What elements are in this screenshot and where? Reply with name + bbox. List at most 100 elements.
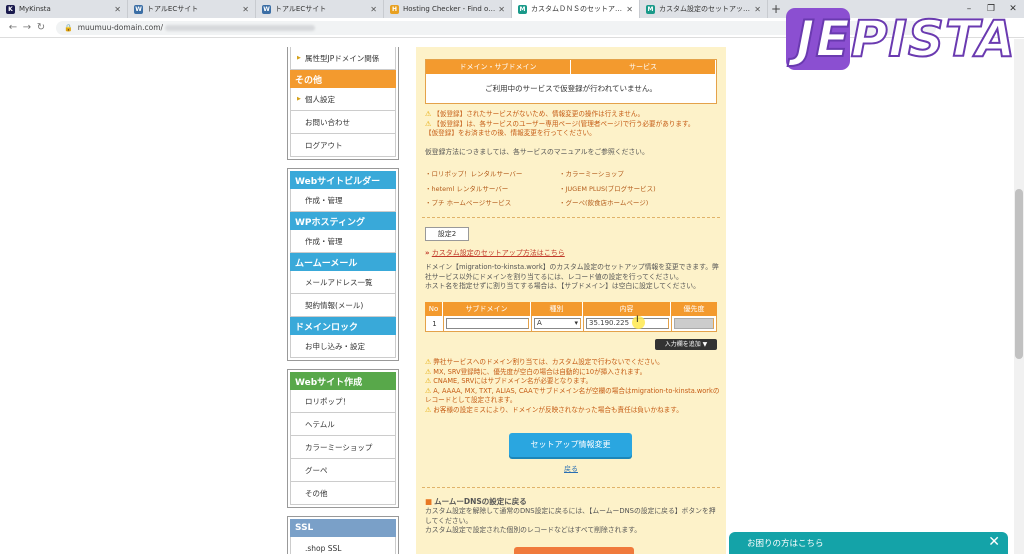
description-line: ドメイン【migration-to-kinsta.work】のカスタム設定のセッ… — [425, 263, 719, 281]
tab-label: カスタム設定のセットアップ方法 - ム — [659, 5, 751, 13]
forward-icon[interactable]: → — [20, 22, 34, 33]
service-link[interactable]: ・ロリポップ！レンタルサーバー — [425, 167, 559, 182]
tab-label: トアルECサイト — [275, 5, 327, 13]
reload-icon[interactable]: ↻ — [34, 22, 48, 33]
help-chat-widget[interactable]: お困りの方はこちら ✕ — [729, 532, 1008, 554]
custom-setup-link[interactable]: » カスタム設定のセットアップ方法はこちら — [425, 248, 565, 258]
sidebar-item-mail-contract[interactable]: 契約情報(メール) — [290, 294, 396, 317]
warning-text: A, AAAA, MX, TXT, ALIAS, CAAでサブドメイン名が空欄の… — [425, 386, 720, 405]
tab-close-icon[interactable]: ✕ — [754, 5, 761, 14]
service-links: ・ロリポップ！レンタルサーバー ・カラーミーショップ ・heteml レンタルサ… — [425, 167, 705, 211]
tab-close-icon[interactable]: ✕ — [242, 5, 249, 14]
sidebar-item-logout[interactable]: ログアウト — [290, 134, 396, 157]
add-row-button[interactable]: 入力欄を追加 ▼ — [655, 339, 717, 350]
tab-label: Hosting Checker - Find out who — [403, 5, 496, 13]
scrollbar-thumb[interactable] — [1015, 189, 1023, 359]
submit-setup-button[interactable]: セットアップ情報変更 — [509, 433, 632, 457]
browser-tab[interactable]: W トアルECサイト ✕ — [128, 0, 256, 18]
warning-text: 【仮登録】されたサービスがないため、情報変更の操作は行えません。 — [433, 110, 645, 118]
sidebar-item-heteml[interactable]: ヘテムル — [290, 413, 396, 436]
sidebar-item-domain-lock-settings[interactable]: お申し込み・設定 — [290, 335, 396, 358]
dns-section-title: ムームーDNSの設定に戻る — [434, 497, 527, 506]
sidebar: 属性型JPドメイン関係 その他 個人設定 お問い合わせ ログアウト Webサイト… — [287, 47, 399, 554]
sidebar-head-domain-lock: ドメインロック — [290, 317, 396, 335]
browser-tab[interactable]: M カスタム設定のセットアップ方法 - ム✕ — [640, 0, 768, 18]
tab-close-icon[interactable]: ✕ — [626, 5, 633, 14]
favicon-icon: H — [390, 4, 399, 14]
sidebar-item-lolipop[interactable]: ロリポップ！ — [290, 390, 396, 413]
priority-input[interactable] — [674, 318, 714, 329]
column-header-domain: ドメイン・サブドメイン — [426, 60, 571, 74]
warning-text: 【仮登録】は、各サービスのユーザー専用ページ(管理者ページ)で行う必要があります… — [433, 119, 695, 128]
lock-icon: 🔒 — [64, 23, 73, 32]
close-icon[interactable]: ✕ — [988, 534, 1000, 550]
warning-icon: ⚠ — [425, 377, 432, 385]
column-header-subdomain: サブドメイン — [443, 302, 531, 316]
chevron-down-icon: ▾ — [574, 319, 578, 327]
double-chevron-icon: » — [425, 249, 430, 257]
column-header-priority: 優先度 — [671, 302, 717, 316]
column-header-service: サービス — [571, 60, 716, 74]
sidebar-item-contact[interactable]: お問い合わせ — [290, 111, 396, 134]
service-link[interactable]: ・heteml レンタルサーバー — [425, 182, 559, 197]
sidebar-head-muumuu-mail: ムームーメール — [290, 253, 396, 271]
service-link[interactable]: ・カラーミーショップ — [559, 167, 705, 182]
favicon-icon: M — [518, 4, 527, 14]
browser-tab[interactable]: K MyKinsta ✕ — [0, 0, 128, 18]
column-header-type: 種別 — [531, 302, 583, 316]
content-input[interactable]: 35.190.225 — [586, 318, 669, 329]
tab-close-icon[interactable]: ✕ — [498, 5, 505, 14]
browser-tab[interactable]: H Hosting Checker - Find out who✕ — [384, 0, 512, 18]
tab-label: MyKinsta — [19, 5, 51, 13]
browser-tab[interactable]: W トアルECサイト ✕ — [256, 0, 384, 18]
tab-close-icon[interactable]: ✕ — [114, 5, 121, 14]
subdomain-input[interactable] — [446, 318, 529, 329]
favicon-icon: K — [6, 4, 15, 14]
sidebar-item-goope[interactable]: グーペ — [290, 459, 396, 482]
tab-label: カスタムＤＮＳのセットアップ情報変 — [531, 5, 623, 13]
back-icon[interactable]: ← — [6, 22, 20, 33]
warning-icon: ⚠ — [425, 386, 432, 395]
sidebar-box-services: Webサイトビルダー 作成・管理 WPホスティング 作成・管理 ムームーメール … — [287, 168, 399, 361]
sidebar-item-others[interactable]: その他 — [290, 482, 396, 505]
registered-services-table: ドメイン・サブドメイン サービス ご利用中のサービスで仮登録が行われていません。 — [425, 59, 717, 104]
warning-icon: ⚠ — [425, 358, 432, 366]
service-link[interactable]: ・グーペ(飲食店ホームページ) — [559, 196, 705, 211]
favicon-icon: M — [646, 4, 655, 14]
warning-text: CNAME, SRVにはサブドメイン名が必要となります。 — [433, 377, 593, 385]
custom-setup-description: ドメイン【migration-to-kinsta.work】のカスタム設定のセッ… — [425, 263, 721, 292]
sidebar-item-colorme[interactable]: カラーミーショップ — [290, 436, 396, 459]
return-dns-button[interactable] — [514, 547, 634, 554]
tab-label: トアルECサイト — [147, 5, 199, 13]
sidebar-head-website-create: Webサイト作成 — [290, 372, 396, 390]
warning-icon: ⚠ — [425, 405, 432, 414]
url-text: muumuu-domain.com/ — [77, 23, 164, 32]
warning-text: 【仮登録】をお済ませの後、情報変更を行ってください。 — [425, 129, 596, 137]
main-panel: ドメイン・サブドメイン サービス ご利用中のサービスで仮登録が行われていません。… — [416, 47, 726, 554]
warning-icon: ⚠ — [425, 119, 432, 128]
dns-section-text: カスタム設定を解除して通常のDNS設定に戻るには、【ムームーDNSの設定に戻る】… — [425, 507, 721, 536]
sidebar-item-mail-list[interactable]: メールアドレス一覧 — [290, 271, 396, 294]
record-type-value: A — [537, 319, 542, 327]
scrollbar[interactable] — [1014, 39, 1024, 554]
browser-tab[interactable]: M カスタムＤＮＳのセットアップ情報変✕ — [512, 0, 640, 18]
warning-text: 弊社サービスへのドメイン割り当ては、カスタム設定で行わないでください。 — [433, 358, 664, 366]
dns-text-line: カスタム設定で設定された個別のレコードなどはすべて削除されます。 — [425, 526, 642, 534]
new-tab-button[interactable]: + — [768, 0, 784, 18]
sidebar-box-ssl: SSL .shop SSL — [287, 516, 399, 554]
warning-icon: ⚠ — [425, 110, 432, 118]
sidebar-item-builder-manage[interactable]: 作成・管理 — [290, 189, 396, 212]
tab-close-icon[interactable]: ✕ — [370, 5, 377, 14]
custom-setup-link-text[interactable]: カスタム設定のセットアップ方法はこちら — [432, 249, 565, 257]
sidebar-item-jp-domain[interactable]: 属性型JPドメイン関係 — [290, 47, 396, 70]
sidebar-item-wp-manage[interactable]: 作成・管理 — [290, 230, 396, 253]
sidebar-head-sonota: その他 — [290, 70, 396, 88]
sidebar-item-profile[interactable]: 個人設定 — [290, 88, 396, 111]
sidebar-head-website-builder: Webサイトビルダー — [290, 171, 396, 189]
service-link[interactable]: ・JUGEM PLUS(ブログサービス) — [559, 182, 705, 197]
back-link[interactable]: 戻る — [564, 464, 578, 474]
service-link[interactable]: ・プチ ホームページサービス — [425, 196, 559, 211]
sidebar-item-shop-ssl[interactable]: .shop SSL — [290, 537, 396, 554]
logo-text: JEPISTA — [795, 9, 1016, 69]
record-type-select[interactable]: A ▾ — [534, 318, 581, 329]
